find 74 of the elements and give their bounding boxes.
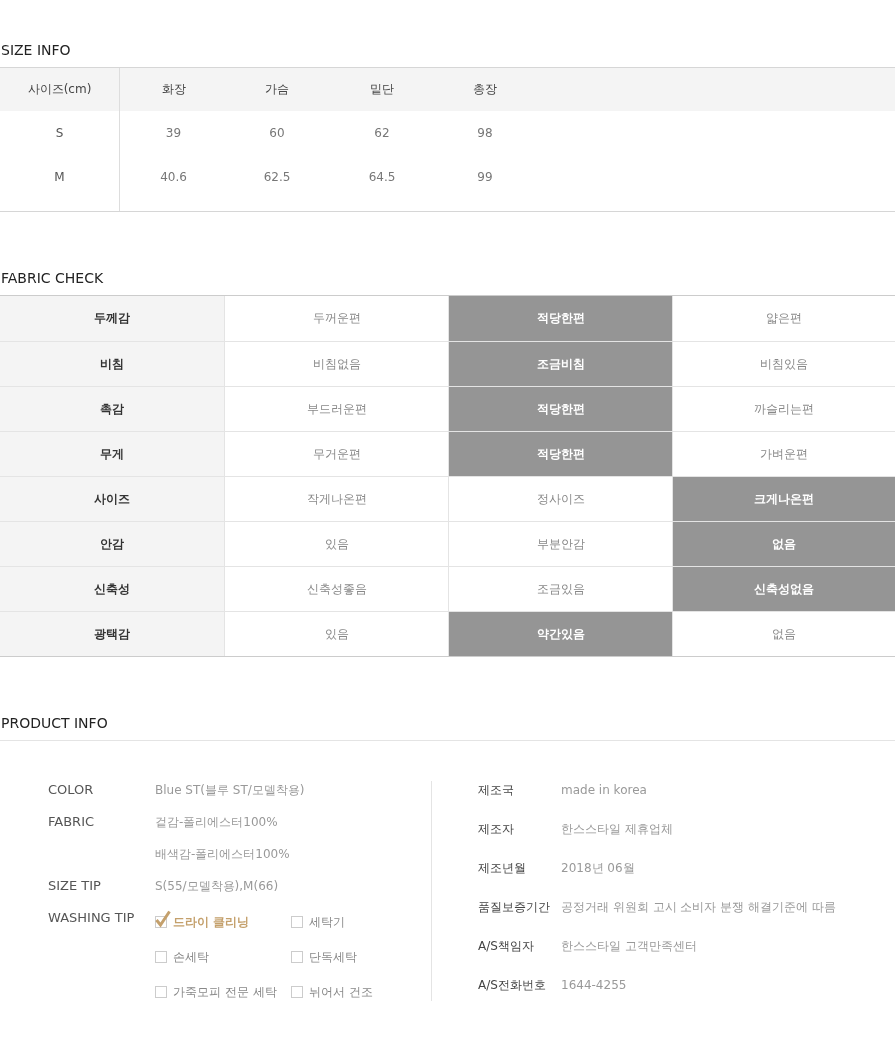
row-label: 두께감: [0, 296, 224, 341]
table-cell: 99: [477, 170, 493, 184]
table-cell: 98: [477, 126, 493, 140]
table-cell: 62: [374, 126, 390, 140]
info-label: 제조국: [478, 781, 515, 799]
option-cell: 없음: [672, 522, 895, 566]
info-label: A/S전화번호: [478, 976, 547, 994]
table-cell: 60: [269, 126, 285, 140]
option-cell: 작게나온편: [224, 477, 448, 521]
checkbox-label: 가죽모피 전문 세탁: [173, 984, 277, 1001]
row-label: 안감: [0, 522, 224, 566]
info-value: 한스스타일 제휴업체: [561, 820, 673, 838]
info-value: made in korea: [561, 783, 647, 797]
row-label: 비침: [0, 342, 224, 386]
row-label: 무게: [0, 432, 224, 476]
checkbox-label: 단독세탁: [309, 949, 357, 966]
info-value: 겉감-폴리에스터100%: [155, 814, 279, 831]
column-header: 밑단: [370, 81, 394, 98]
checkbox-label: 세탁기: [309, 914, 345, 931]
checkbox[interactable]: [291, 916, 303, 928]
option-cell: 없음: [672, 612, 895, 656]
row-label: 사이즈: [0, 477, 224, 521]
option-cell: 비침있음: [672, 342, 895, 386]
table-cell: M: [54, 170, 65, 184]
option-cell: 적당한편: [448, 387, 672, 431]
column-header: 총장: [473, 81, 497, 98]
info-label: SIZE TIP: [48, 877, 102, 895]
info-label: 제조자: [478, 820, 515, 838]
option-cell: 신축성없음: [672, 567, 895, 611]
table-cell: 40.6: [160, 170, 187, 184]
info-label: A/S책임자: [478, 937, 535, 955]
column-header: 화장: [161, 81, 186, 98]
option-cell: 조금비침: [448, 342, 672, 386]
checkbox[interactable]: [291, 951, 303, 963]
table-cell: 39: [165, 126, 182, 140]
section-title: FABRIC CHECK: [1, 269, 104, 287]
info-value: Blue ST(블루 ST/모델착용): [155, 782, 305, 799]
option-cell: 신축성좋음: [224, 567, 448, 611]
info-value: 한스스타일 고객만족센터: [561, 937, 697, 955]
info-label: 품질보증기간: [478, 898, 551, 916]
column-header: 가슴: [265, 81, 289, 98]
option-cell: 있음: [224, 522, 448, 566]
option-cell: 적당한편: [448, 296, 672, 341]
checkbox[interactable]: [155, 910, 171, 928]
info-value: 1644-4255: [561, 978, 627, 992]
option-cell: 약간있음: [448, 612, 672, 656]
checkbox[interactable]: [291, 986, 303, 998]
checkbox[interactable]: [155, 951, 167, 963]
checkbox-label: 손세탁: [173, 949, 209, 966]
section-title: SIZE INFO: [1, 41, 71, 59]
table-cell: 64.5: [368, 170, 396, 184]
info-value: 배색감-폴리에스터100%: [155, 846, 290, 863]
info-value: 2018년 06월: [561, 859, 635, 877]
checkbox-label: 뉘어서 건조: [309, 984, 373, 1001]
info-value: 공정거래 위원회 고시 소비자 분쟁 해결기준에 따름: [561, 898, 836, 916]
checkbox-label: 드라이 클리닝: [173, 914, 250, 931]
option-cell: 적당한편: [448, 432, 672, 476]
option-cell: 얇은편: [672, 296, 895, 341]
table-cell: S: [55, 126, 64, 140]
row-label: 광택감: [0, 612, 224, 656]
row-label: 촉감: [0, 387, 224, 431]
section-title: PRODUCT INFO: [1, 714, 108, 732]
option-cell: 크게나온편: [672, 477, 895, 521]
option-cell: 가벼운편: [672, 432, 895, 476]
info-value: S(55/모델착용),M(66): [155, 878, 279, 895]
table-cell: 62.5: [263, 170, 291, 184]
column-header: 사이즈(cm): [27, 81, 92, 98]
info-label: FABRIC: [48, 813, 96, 831]
info-label: WASHING TIP: [48, 909, 136, 927]
option-cell: 까슬리는편: [672, 387, 895, 431]
info-label: COLOR: [48, 781, 95, 799]
info-label: 제조년월: [478, 859, 527, 877]
row-label: 신축성: [0, 567, 224, 611]
checkbox[interactable]: [155, 986, 167, 998]
